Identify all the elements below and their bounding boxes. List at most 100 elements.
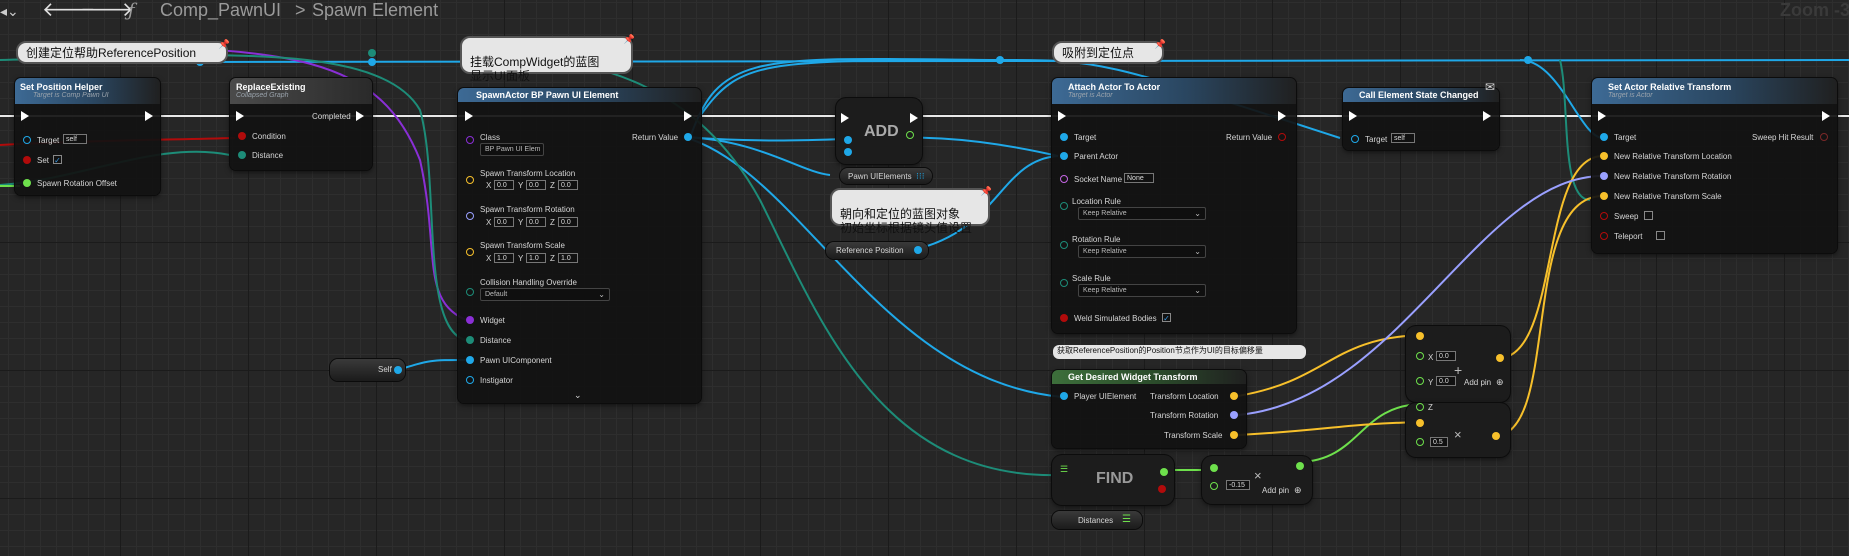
distance-pin[interactable]: [466, 336, 474, 344]
teleport-pin[interactable]: [1600, 232, 1608, 240]
x-pin[interactable]: [1416, 352, 1424, 360]
player-ui-pin[interactable]: [1060, 392, 1068, 400]
node-get-desired-transform[interactable]: Get Desired Widget Transform Player UIEl…: [1052, 370, 1246, 448]
exec-out-pin[interactable]: [684, 111, 692, 121]
parent-actor-pin[interactable]: [1060, 152, 1068, 160]
set-checkbox[interactable]: ✓: [53, 155, 62, 165]
exec-in-pin[interactable]: [1058, 111, 1066, 121]
weld-pin[interactable]: [1060, 314, 1068, 322]
breadcrumb-function[interactable]: Spawn Element: [312, 0, 438, 21]
weld-checkbox[interactable]: ✓: [1162, 313, 1171, 323]
result-pin[interactable]: [1492, 432, 1500, 440]
sweep-checkbox[interactable]: [1644, 211, 1653, 220]
exec-out-pin[interactable]: [1822, 111, 1830, 121]
vector-out-pin[interactable]: [1496, 354, 1504, 362]
node-add[interactable]: ADD: [836, 98, 922, 164]
node-reference-position[interactable]: Reference Position: [826, 242, 928, 259]
loc-pin[interactable]: [1600, 152, 1608, 160]
array-pin[interactable]: [844, 136, 852, 144]
factor-value[interactable]: 0.5: [1430, 437, 1448, 447]
location-pin[interactable]: [466, 176, 474, 184]
z-pin[interactable]: [1416, 403, 1424, 411]
sweep-hit-pin[interactable]: [1820, 133, 1828, 141]
index-out-pin[interactable]: [1160, 468, 1168, 476]
target-pin[interactable]: [23, 136, 31, 144]
set-pin[interactable]: [23, 156, 31, 164]
scale-x[interactable]: 1.0: [494, 253, 514, 263]
array-icon[interactable]: ☰: [1122, 514, 1131, 525]
y-value[interactable]: 0.0: [1436, 376, 1456, 386]
rotation-z[interactable]: 0.0: [558, 217, 578, 227]
exec-out-pin[interactable]: [1278, 111, 1286, 121]
exec-out-pin[interactable]: [910, 113, 918, 123]
exec-in-pin[interactable]: [1598, 111, 1606, 121]
comment-orient[interactable]: 朝向和定位的蓝图对象 初始坐标根据镜头值设置 📌: [830, 186, 992, 235]
add-pin-button[interactable]: Add pin: [1262, 486, 1289, 495]
collision-pin[interactable]: [466, 288, 474, 296]
node-multiply[interactable]: Z 0.5 ×: [1406, 403, 1510, 457]
result-pin[interactable]: [1296, 462, 1304, 470]
scale-out-pin[interactable]: [1230, 431, 1238, 439]
scale-z[interactable]: 1.0: [558, 253, 578, 263]
rotation-rule-dropdown[interactable]: Keep Relative ⌄: [1078, 245, 1206, 258]
node-self[interactable]: Self: [330, 359, 405, 381]
arrow-right-icon[interactable]: 🡒: [80, 0, 134, 22]
node-replace-existing[interactable]: ReplaceExisting Collapsed Graph Complete…: [230, 78, 372, 170]
scale-pin[interactable]: [1600, 192, 1608, 200]
node-pawn-ui-elements[interactable]: Pawn UIElements ⁝⁝⁝: [840, 168, 932, 184]
widget-pin[interactable]: [466, 316, 474, 324]
condition-pin[interactable]: [238, 132, 246, 140]
teleport-checkbox[interactable]: [1656, 231, 1665, 240]
vector-in-pin[interactable]: [1416, 332, 1424, 340]
exec-in-pin[interactable]: [1349, 111, 1357, 121]
node-find[interactable]: ☰ FIND: [1052, 455, 1174, 505]
rotation-y[interactable]: 0.0: [526, 217, 546, 227]
reference-pin[interactable]: [914, 246, 922, 254]
y-pin[interactable]: [1416, 377, 1424, 385]
exec-out-pin[interactable]: [1483, 111, 1491, 121]
exec-out-pin[interactable]: [145, 111, 153, 121]
target-pin[interactable]: [1600, 133, 1608, 141]
location-rule-pin[interactable]: [1060, 202, 1068, 210]
exec-in-pin[interactable]: [465, 111, 473, 121]
exec-out-pin[interactable]: [356, 111, 364, 121]
scale-rule-dropdown[interactable]: Keep Relative ⌄: [1078, 284, 1206, 297]
class-pin[interactable]: [466, 136, 474, 144]
target-value[interactable]: self: [1391, 133, 1415, 143]
node-attach-actor[interactable]: Attach Actor To Actor Target is Actor Ta…: [1052, 78, 1296, 333]
dropdown-chevron-icon[interactable]: ◂⌄: [0, 3, 19, 20]
chevron-down-icon[interactable]: ⌄: [574, 390, 582, 401]
location-z[interactable]: 0.0: [558, 180, 578, 190]
instigator-pin[interactable]: [466, 376, 474, 384]
comment-snap[interactable]: 吸附到定位点 📌: [1052, 39, 1166, 64]
rotation-x[interactable]: 0.0: [494, 217, 514, 227]
exec-in-pin[interactable]: [236, 111, 244, 121]
location-x[interactable]: 0.0: [494, 180, 514, 190]
distance-pin[interactable]: [238, 151, 246, 159]
scale-rule-pin[interactable]: [1060, 279, 1068, 287]
factor-value[interactable]: -0.15: [1226, 480, 1250, 490]
node-set-position-helper[interactable]: Set Position Helper Target is Comp Pawn …: [15, 78, 160, 195]
item-pin[interactable]: [1158, 485, 1166, 493]
comment-widget[interactable]: 挂载CompWidget的蓝图 显示UI面板 📌: [460, 34, 635, 83]
index-pin[interactable]: [906, 131, 914, 139]
rotation-offset-pin[interactable]: [23, 179, 31, 187]
node-call-state-changed[interactable]: Call Element State Changed ✉ Target self: [1343, 80, 1499, 150]
rot-pin[interactable]: [1600, 172, 1608, 180]
return-value-pin[interactable]: [684, 133, 692, 141]
target-pin[interactable]: [1351, 135, 1359, 143]
node-distances[interactable]: Distances ☰: [1052, 511, 1142, 529]
sweep-pin[interactable]: [1600, 212, 1608, 220]
socket-pin[interactable]: [1060, 175, 1068, 183]
socket-value[interactable]: None: [1124, 173, 1154, 183]
rotation-rule-pin[interactable]: [1060, 241, 1068, 249]
breadcrumb-component[interactable]: Comp_PawnUI: [160, 0, 281, 21]
comment-reference[interactable]: 创建定位帮助ReferencePosition 📌: [16, 39, 230, 64]
rotation-pin[interactable]: [466, 212, 474, 220]
exec-in-pin[interactable]: [841, 113, 849, 123]
collision-dropdown[interactable]: Default ⌄: [480, 288, 610, 301]
node-spawn-actor[interactable]: SpawnActor BP Pawn UI Element Class BP P…: [458, 88, 701, 403]
item-pin[interactable]: [844, 148, 852, 156]
location-y[interactable]: 0.0: [526, 180, 546, 190]
a-pin[interactable]: [1210, 464, 1218, 472]
